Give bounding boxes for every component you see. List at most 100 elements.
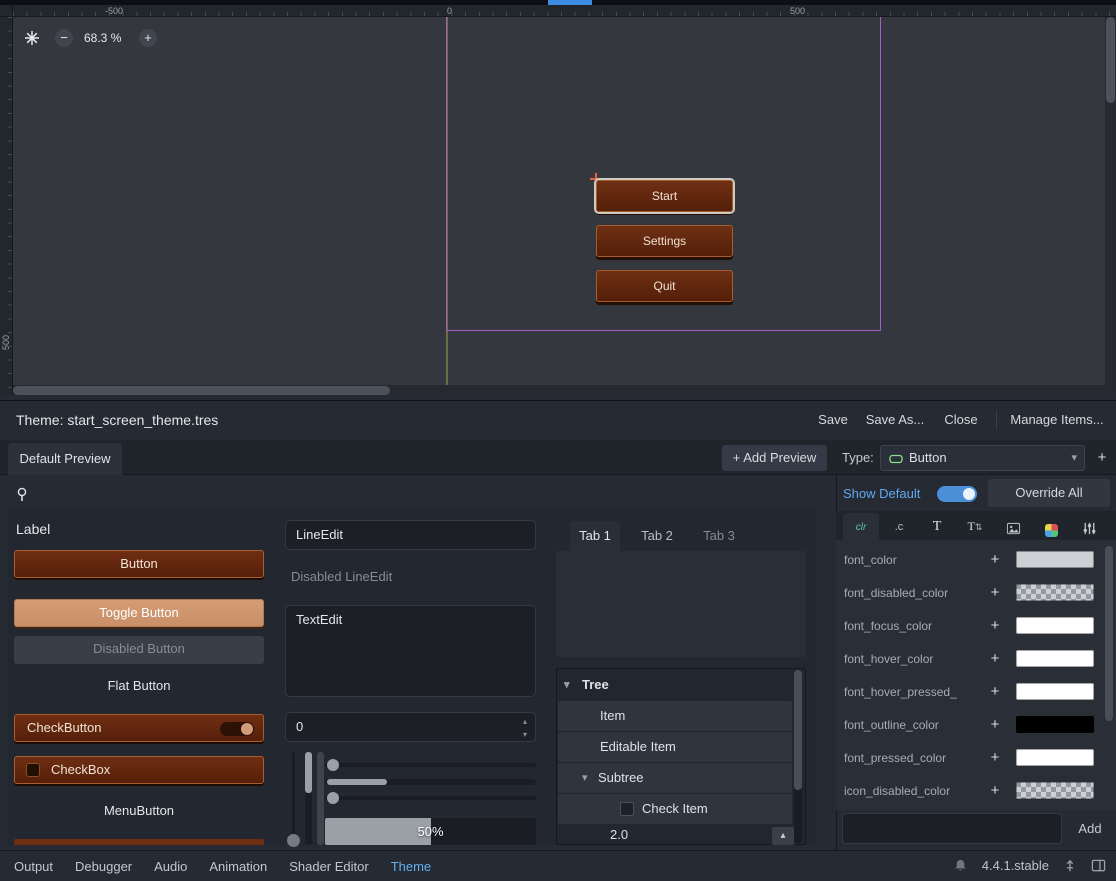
- bottom-tab-audio[interactable]: Audio: [154, 859, 187, 874]
- add-override-button[interactable]: +: [984, 747, 1006, 769]
- color-swatch[interactable]: [1016, 650, 1094, 667]
- preview-option-button-clipped[interactable]: [14, 839, 264, 845]
- color-swatch[interactable]: [1016, 617, 1094, 634]
- tab-fonts[interactable]: T: [919, 513, 955, 540]
- property-name: font_hover_color: [844, 644, 933, 674]
- scrollbar-thumb[interactable]: [327, 779, 387, 785]
- preview-text-edit[interactable]: TextEdit: [285, 605, 536, 697]
- scrollbar-thumb[interactable]: [317, 752, 324, 845]
- add-override-button[interactable]: +: [984, 681, 1006, 703]
- tab-constants[interactable]: .c: [881, 513, 917, 540]
- manage-items-button[interactable]: Manage Items...: [1005, 408, 1109, 432]
- notification-bell-icon[interactable]: [953, 858, 968, 873]
- viewport-horizontal-scrollbar[interactable]: [13, 385, 1105, 396]
- color-swatch[interactable]: [1016, 683, 1094, 700]
- tab-colors[interactable]: clr: [843, 513, 879, 540]
- zoom-level[interactable]: 68.3 %: [84, 31, 121, 45]
- add-override-button[interactable]: +: [984, 714, 1006, 736]
- add-override-button[interactable]: +: [984, 780, 1006, 802]
- game-start-button[interactable]: Start: [596, 180, 733, 212]
- collapse-icon[interactable]: ▾: [582, 763, 588, 793]
- center-view-icon[interactable]: [24, 30, 40, 46]
- tab-default-preview[interactable]: Default Preview: [8, 443, 122, 475]
- add-item-input[interactable]: [842, 813, 1062, 844]
- preview-vscrollbar-2[interactable]: [317, 752, 324, 845]
- preview-vslider-track[interactable]: [292, 752, 295, 845]
- save-button[interactable]: Save: [810, 408, 856, 432]
- 2d-viewport[interactable]: − 68.3 % + Start Settings Quit: [13, 17, 1105, 385]
- scrollbar-thumb[interactable]: [794, 670, 802, 790]
- tab-font-sizes[interactable]: T⇅: [957, 513, 993, 540]
- preview-line-edit[interactable]: LineEdit: [285, 520, 536, 550]
- color-swatch[interactable]: [1016, 584, 1094, 601]
- color-swatch[interactable]: [1016, 782, 1094, 799]
- spin-arrows[interactable]: ▴ ▾: [523, 715, 527, 741]
- close-button[interactable]: Close: [936, 408, 986, 432]
- bottom-tab-animation[interactable]: Animation: [209, 859, 267, 874]
- add-override-button[interactable]: +: [984, 615, 1006, 637]
- tree-item[interactable]: Editable Item: [558, 732, 792, 762]
- add-preview-button[interactable]: + Add Preview: [722, 445, 827, 471]
- add-override-button[interactable]: +: [984, 582, 1006, 604]
- preview-hscrollbar[interactable]: [325, 779, 536, 785]
- preview-vscrollbar-1[interactable]: [305, 752, 312, 845]
- tree-scrollbar[interactable]: [794, 670, 802, 843]
- tree-spin-row[interactable]: 2.0 ▴: [558, 825, 792, 845]
- preview-button[interactable]: Button: [14, 550, 264, 578]
- zoom-in-button[interactable]: +: [139, 29, 157, 47]
- add-override-button[interactable]: +: [984, 648, 1006, 670]
- game-quit-button[interactable]: Quit: [596, 270, 733, 302]
- override-all-button[interactable]: Override All: [988, 479, 1110, 507]
- color-swatch[interactable]: [1016, 716, 1094, 733]
- tree-item[interactable]: Item: [558, 701, 792, 731]
- items-scrollbar-thumb[interactable]: [1105, 546, 1113, 721]
- expand-bottom-panel-icon[interactable]: [1091, 858, 1106, 873]
- tab-styleboxes[interactable]: [1033, 513, 1069, 540]
- tree-root-row[interactable]: ▾ Tree: [558, 670, 804, 700]
- bottom-tab-output[interactable]: Output: [14, 859, 53, 874]
- preview-check-box[interactable]: CheckBox: [14, 756, 264, 784]
- preview-hslider-1-track[interactable]: [325, 763, 536, 767]
- add-override-button[interactable]: +: [984, 549, 1006, 571]
- show-default-toggle[interactable]: [937, 486, 977, 502]
- collapse-icon[interactable]: ▾: [564, 670, 570, 700]
- preview-toggle-button[interactable]: Toggle Button: [14, 599, 264, 627]
- tab-icons[interactable]: [995, 513, 1031, 540]
- type-dropdown[interactable]: Button ▾: [880, 445, 1085, 471]
- preview-spin-box[interactable]: 0 ▴ ▾: [285, 712, 536, 742]
- preview-tab-2[interactable]: Tab 2: [632, 521, 682, 551]
- tab-theme-overrides[interactable]: [1071, 513, 1107, 540]
- color-swatch[interactable]: [1016, 551, 1094, 568]
- bottom-tab-shader-editor[interactable]: Shader Editor: [289, 859, 369, 874]
- preview-check-button[interactable]: CheckButton: [14, 714, 264, 742]
- scrollbar-thumb[interactable]: [305, 752, 312, 793]
- preview-tab-1[interactable]: Tab 1: [570, 521, 620, 551]
- preview-flat-button[interactable]: Flat Button: [14, 673, 264, 701]
- preview-hslider-1-grabber[interactable]: [327, 759, 339, 771]
- spin-up-icon[interactable]: ▴: [523, 715, 527, 728]
- preview-vslider-grabber[interactable]: [287, 834, 300, 847]
- spin-up-button[interactable]: ▴: [772, 827, 794, 845]
- add-type-button[interactable]: +: [1090, 445, 1114, 471]
- preview-menu-button[interactable]: MenuButton: [14, 798, 264, 826]
- scrollbar-thumb[interactable]: [1106, 17, 1115, 103]
- show-default-label[interactable]: Show Default: [843, 482, 920, 506]
- preview-hslider-2-grabber[interactable]: [327, 792, 339, 804]
- preview-tab-3[interactable]: Tab 3: [694, 521, 744, 551]
- scrollbar-thumb[interactable]: [13, 386, 390, 395]
- pin-bottom-panel-icon[interactable]: [1063, 859, 1077, 873]
- color-swatch[interactable]: [1016, 749, 1094, 766]
- add-item-button[interactable]: Add: [1068, 813, 1112, 844]
- tree-item-check[interactable]: Check Item: [558, 794, 792, 824]
- bottom-tab-theme[interactable]: Theme: [391, 859, 431, 874]
- checkbox-icon[interactable]: [620, 802, 634, 816]
- game-settings-button[interactable]: Settings: [596, 225, 733, 257]
- bottom-tab-debugger[interactable]: Debugger: [75, 859, 132, 874]
- zoom-out-button[interactable]: −: [55, 29, 73, 47]
- preview-picker-icon[interactable]: [14, 486, 30, 502]
- viewport-vertical-scrollbar[interactable]: [1105, 17, 1116, 385]
- preview-hslider-2-track[interactable]: [325, 796, 536, 800]
- save-as-button[interactable]: Save As...: [862, 408, 928, 432]
- spin-down-icon[interactable]: ▾: [523, 728, 527, 741]
- tree-item-subtree[interactable]: ▾ Subtree: [558, 763, 792, 793]
